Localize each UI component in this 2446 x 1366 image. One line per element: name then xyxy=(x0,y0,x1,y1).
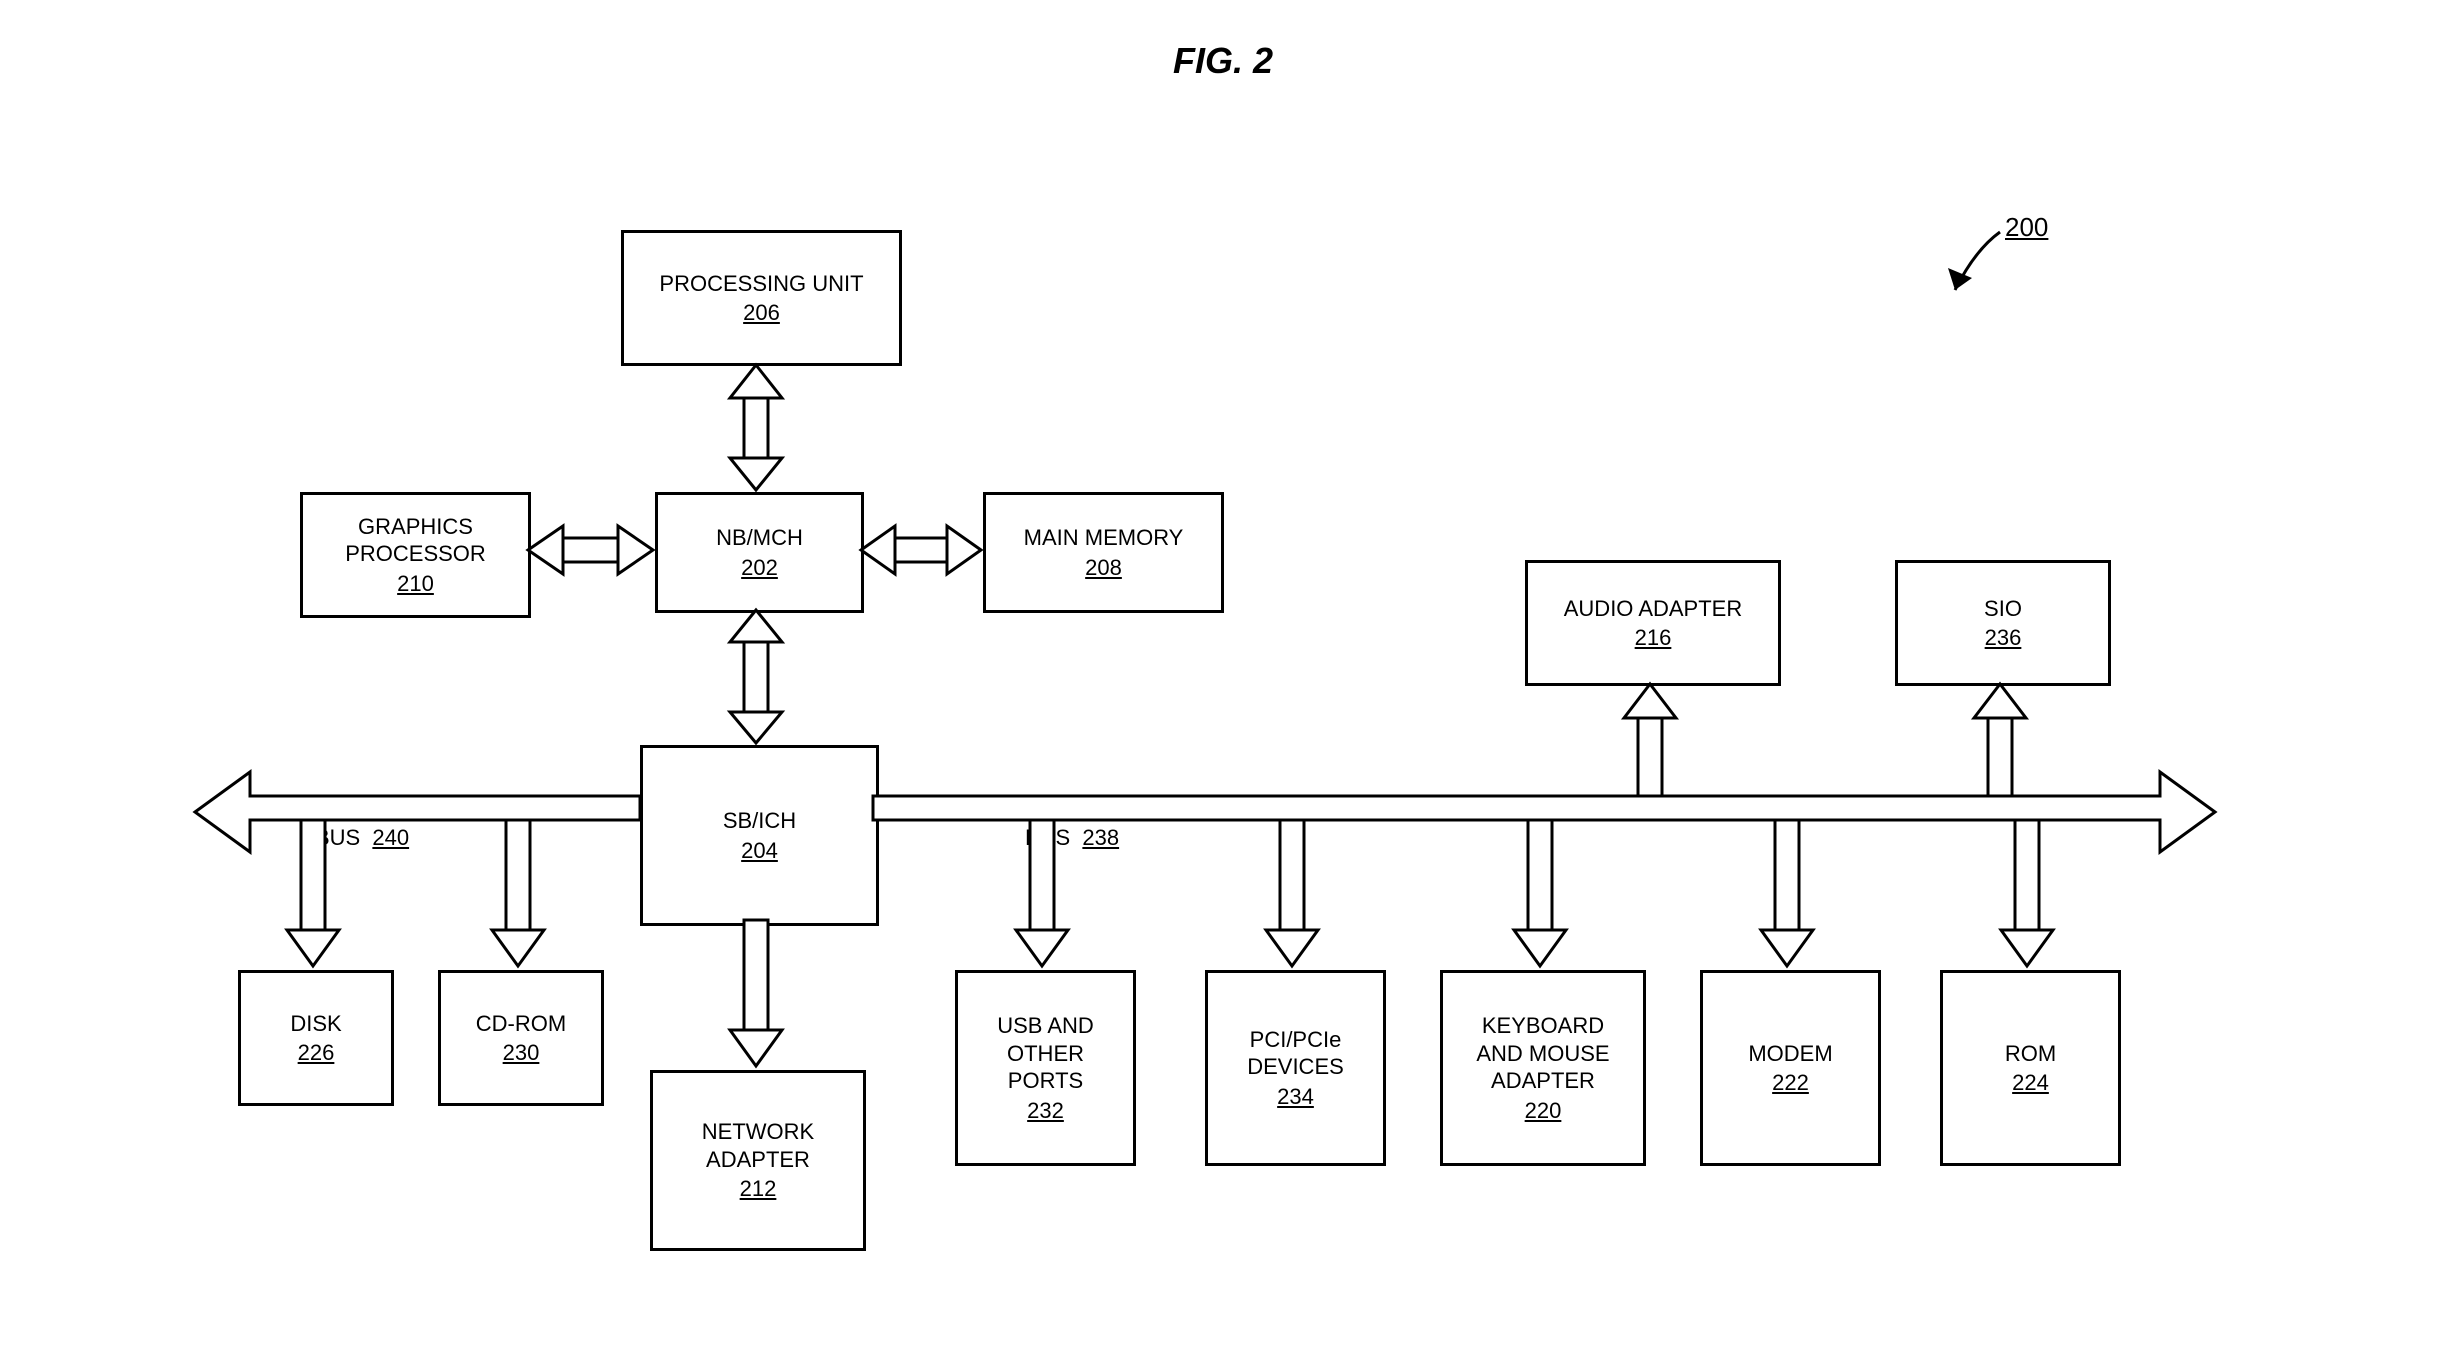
label: PCI/PCIe DEVICES xyxy=(1247,1026,1344,1081)
label: NETWORK ADAPTER xyxy=(702,1118,814,1173)
box-kbd-mouse: KEYBOARD AND MOUSE ADAPTER 220 xyxy=(1440,970,1646,1166)
box-modem: MODEM 222 xyxy=(1700,970,1881,1166)
ref: 206 xyxy=(743,299,780,327)
box-sb-ich: SB/ICH 204 xyxy=(640,745,879,926)
ref: 216 xyxy=(1635,624,1672,652)
label: BUS xyxy=(315,825,360,850)
bus-left-label: BUS 240 xyxy=(315,825,409,851)
box-network-adapter: NETWORK ADAPTER 212 xyxy=(650,1070,866,1251)
box-cdrom: CD-ROM 230 xyxy=(438,970,604,1106)
ref: 224 xyxy=(2012,1069,2049,1097)
label: GRAPHICS PROCESSOR xyxy=(345,513,486,568)
label: SB/ICH xyxy=(723,807,796,835)
box-usb-ports: USB AND OTHER PORTS 232 xyxy=(955,970,1136,1166)
box-processing-unit: PROCESSING UNIT 206 xyxy=(621,230,902,366)
label: PROCESSING UNIT xyxy=(659,270,863,298)
label: KEYBOARD AND MOUSE ADAPTER xyxy=(1476,1012,1609,1095)
box-audio-adapter: AUDIO ADAPTER 216 xyxy=(1525,560,1781,686)
box-main-memory: MAIN MEMORY 208 xyxy=(983,492,1224,613)
label: CD-ROM xyxy=(476,1010,566,1038)
box-disk: DISK 226 xyxy=(238,970,394,1106)
ref: 232 xyxy=(1027,1097,1064,1125)
ref: 210 xyxy=(397,570,434,598)
ref: 230 xyxy=(503,1039,540,1067)
ref: 222 xyxy=(1772,1069,1809,1097)
box-pci: PCI/PCIe DEVICES 234 xyxy=(1205,970,1386,1166)
ref: 202 xyxy=(741,554,778,582)
label: MAIN MEMORY xyxy=(1024,524,1184,552)
label: SIO xyxy=(1984,595,2022,623)
figure-reference: 200 xyxy=(2005,212,2048,243)
box-nb-mch: NB/MCH 202 xyxy=(655,492,864,613)
label: ROM xyxy=(2005,1040,2056,1068)
ref: 212 xyxy=(740,1175,777,1203)
box-graphics-processor: GRAPHICS PROCESSOR 210 xyxy=(300,492,531,618)
figure-title: FIG. 2 xyxy=(0,40,2446,82)
diagram-stage: FIG. 2 200 PROCESSING UNIT 206 GRAPHICS … xyxy=(0,0,2446,1366)
label: NB/MCH xyxy=(716,524,803,552)
box-sio: SIO 236 xyxy=(1895,560,2111,686)
label: BUS xyxy=(1025,825,1070,850)
label: DISK xyxy=(290,1010,341,1038)
label: USB AND OTHER PORTS xyxy=(997,1012,1094,1095)
label: MODEM xyxy=(1748,1040,1832,1068)
label: AUDIO ADAPTER xyxy=(1564,595,1742,623)
ref: 236 xyxy=(1985,624,2022,652)
ref: 240 xyxy=(372,825,409,850)
bus-right-label: BUS 238 xyxy=(1025,825,1119,851)
ref: 226 xyxy=(298,1039,335,1067)
box-rom: ROM 224 xyxy=(1940,970,2121,1166)
ref: 238 xyxy=(1082,825,1119,850)
ref: 220 xyxy=(1525,1097,1562,1125)
ref: 204 xyxy=(741,837,778,865)
ref: 208 xyxy=(1085,554,1122,582)
ref: 234 xyxy=(1277,1083,1314,1111)
